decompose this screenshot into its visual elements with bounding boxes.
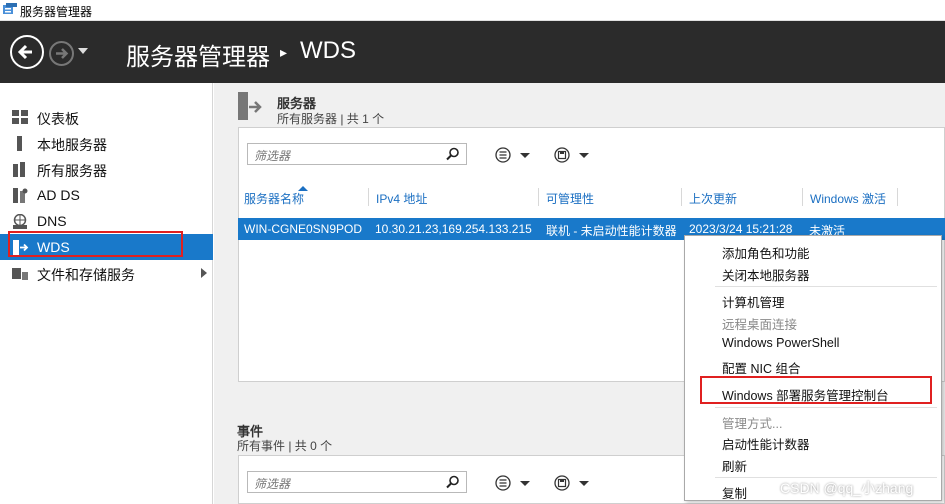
events-list-options-button[interactable] bbox=[494, 473, 534, 493]
sidebar-item-ad-ds[interactable]: AD DS bbox=[0, 182, 213, 208]
ad-ds-icon bbox=[13, 188, 28, 203]
cell-last-update: 2023/3/24 15:21:28 bbox=[689, 222, 793, 236]
sidebar-item-local-server[interactable]: 本地服务器 bbox=[0, 130, 213, 156]
sidebar: 仪表板 本地服务器 所有服务器 AD DS DNS WDS 文件和存储服务 bbox=[0, 83, 213, 504]
menu-item-copy[interactable]: 复制 bbox=[722, 483, 747, 502]
save-options-button[interactable] bbox=[551, 145, 591, 165]
forward-button[interactable] bbox=[49, 41, 74, 66]
dns-icon bbox=[13, 214, 27, 229]
column-header-last-update[interactable]: 上次更新 bbox=[682, 186, 803, 208]
menu-item-manage-as[interactable]: 管理方式... bbox=[722, 413, 782, 432]
window-title: 服务器管理器 bbox=[20, 5, 93, 19]
column-header-activation[interactable]: Windows 激活 bbox=[803, 186, 898, 208]
sidebar-item-dashboard[interactable]: 仪表板 bbox=[0, 104, 213, 130]
menu-item-nic-teaming[interactable]: 配置 NIC 组合 bbox=[722, 358, 800, 377]
sidebar-item-label: 仪表板 bbox=[37, 111, 79, 127]
menu-item-remote-desktop[interactable]: 远程桌面连接 bbox=[722, 314, 797, 333]
sort-ascending-icon bbox=[298, 186, 308, 191]
menu-item-shutdown-local-server[interactable]: 关闭本地服务器 bbox=[722, 265, 810, 284]
menu-item-add-roles[interactable]: 添加角色和功能 bbox=[722, 243, 810, 262]
column-header-name[interactable]: 服务器名称 bbox=[238, 186, 369, 208]
highlight-box-wds-console bbox=[700, 376, 932, 404]
events-filter-input[interactable]: 筛选器 bbox=[247, 471, 467, 493]
arrow-right-icon bbox=[56, 48, 69, 59]
filter-placeholder: 筛选器 bbox=[254, 477, 291, 491]
header-bar: 服务器管理器 ▸ WDS bbox=[0, 21, 945, 83]
menu-item-computer-management[interactable]: 计算机管理 bbox=[722, 292, 785, 311]
column-header-ipv4[interactable]: IPv4 地址 bbox=[369, 186, 539, 208]
events-save-options-button[interactable] bbox=[551, 473, 591, 493]
window-titlebar: 服务器管理器 bbox=[0, 0, 945, 21]
breadcrumb-separator: ▸ bbox=[280, 44, 288, 60]
context-menu: 添加角色和功能 关闭本地服务器 计算机管理 远程桌面连接 Windows Pow… bbox=[684, 235, 942, 501]
local-server-icon bbox=[17, 136, 22, 151]
all-servers-icon bbox=[13, 162, 25, 177]
cell-server-name: WIN-CGNE0SN9POD bbox=[244, 222, 363, 236]
menu-item-refresh[interactable]: 刷新 bbox=[722, 456, 747, 475]
server-manager-app-icon bbox=[3, 3, 17, 14]
sidebar-item-all-servers[interactable]: 所有服务器 bbox=[0, 156, 213, 182]
cell-manageability: 联机 - 未启动性能计数器 bbox=[546, 224, 677, 238]
filter-placeholder: 筛选器 bbox=[254, 149, 291, 163]
file-storage-icon bbox=[12, 268, 28, 280]
menu-item-powershell[interactable]: Windows PowerShell bbox=[722, 336, 839, 350]
breadcrumb-current: WDS bbox=[300, 37, 356, 64]
sidebar-item-label: DNS bbox=[37, 213, 67, 229]
menu-divider bbox=[715, 407, 937, 408]
servers-section-subtitle: 所有服务器 | 共 1 个 bbox=[277, 112, 385, 126]
events-section-subtitle: 所有事件 | 共 0 个 bbox=[237, 439, 333, 453]
sidebar-item-label: 文件和存储服务 bbox=[37, 267, 135, 283]
highlight-box-wds bbox=[8, 231, 183, 257]
search-icon[interactable] bbox=[446, 475, 460, 489]
sidebar-item-label: 本地服务器 bbox=[37, 137, 107, 153]
sidebar-item-label: 所有服务器 bbox=[37, 163, 107, 179]
back-button[interactable] bbox=[10, 35, 44, 69]
watermark: CSDN @qq_小zhang bbox=[780, 480, 914, 496]
save-icon bbox=[554, 475, 589, 491]
cell-ipv4: 10.30.21.23,169.254.133.215 bbox=[375, 222, 532, 236]
page-title: 服务器管理器 bbox=[126, 44, 270, 71]
dashboard-icon bbox=[12, 110, 28, 124]
menu-divider bbox=[715, 286, 937, 287]
servers-filter-input[interactable]: 筛选器 bbox=[247, 143, 467, 165]
arrow-left-icon bbox=[17, 44, 32, 60]
column-header-manageability[interactable]: 可管理性 bbox=[539, 186, 682, 208]
sidebar-item-file-storage[interactable]: 文件和存储服务 bbox=[0, 260, 213, 286]
list-options-button[interactable] bbox=[494, 145, 534, 165]
sidebar-item-label: AD DS bbox=[37, 187, 80, 203]
search-icon[interactable] bbox=[446, 147, 460, 161]
list-icon bbox=[495, 147, 530, 163]
chevron-right-icon[interactable] bbox=[200, 268, 208, 278]
servers-section-icon bbox=[238, 92, 262, 120]
history-dropdown-icon[interactable] bbox=[78, 48, 88, 54]
save-icon bbox=[554, 147, 589, 163]
menu-item-start-perf-counters[interactable]: 启动性能计数器 bbox=[722, 434, 810, 453]
list-icon bbox=[495, 475, 530, 491]
